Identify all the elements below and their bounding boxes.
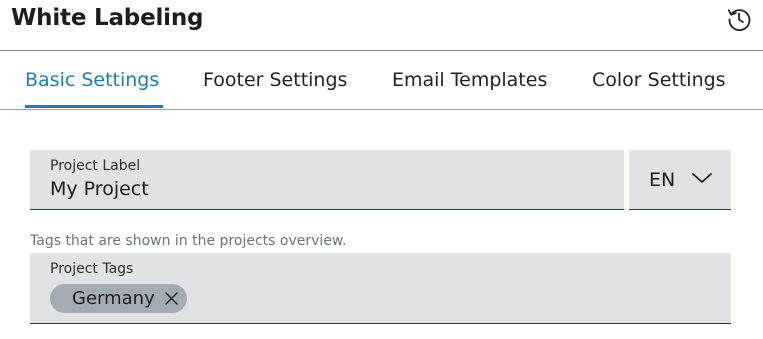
white-labeling-page: White Labeling Basic Settings Footer Set… xyxy=(0,0,763,339)
page-header: White Labeling xyxy=(0,0,763,51)
settings-tabs: Basic Settings Footer Settings Email Tem… xyxy=(0,51,763,110)
chevron-down-icon xyxy=(692,173,712,183)
language-select-value: EN xyxy=(649,169,676,191)
tag-chip-label: Germany xyxy=(72,288,155,309)
history-icon xyxy=(727,9,751,31)
project-label-field[interactable]: Project Label My Project xyxy=(30,150,624,210)
tab-basic-settings[interactable]: Basic Settings xyxy=(25,69,159,109)
language-select[interactable]: EN xyxy=(629,150,731,210)
active-tab-indicator xyxy=(25,105,163,108)
close-icon[interactable] xyxy=(164,291,179,306)
project-label-label: Project Label xyxy=(50,158,141,174)
history-button[interactable] xyxy=(724,4,754,34)
project-tags-label: Project Tags xyxy=(50,261,134,277)
tab-color-settings[interactable]: Color Settings xyxy=(592,69,726,109)
project-tags-field[interactable]: Project Tags Germany xyxy=(30,253,731,324)
tag-chip: Germany xyxy=(50,284,187,313)
tab-footer-settings[interactable]: Footer Settings xyxy=(203,69,347,109)
tab-email-templates[interactable]: Email Templates xyxy=(392,69,547,109)
page-title: White Labeling xyxy=(11,5,204,31)
project-label-value[interactable]: My Project xyxy=(50,178,149,200)
project-tags-hint: Tags that are shown in the projects over… xyxy=(30,233,347,249)
